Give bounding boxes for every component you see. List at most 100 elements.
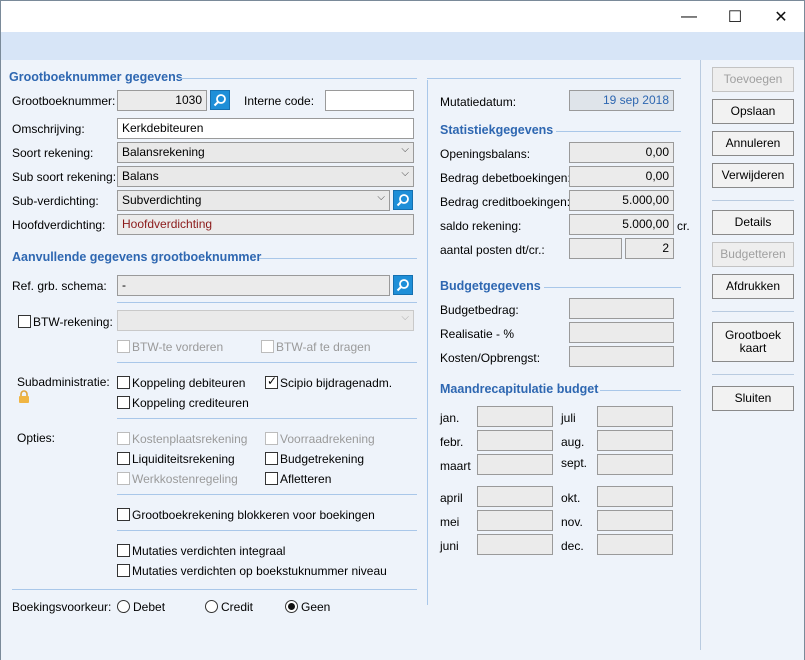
realisatie-label: Realisatie - % (440, 327, 515, 341)
chevron-down-icon: ⌵ (401, 168, 409, 179)
blokkeren-checkbox[interactable] (117, 508, 130, 521)
btw-rekening-checkbox[interactable] (18, 315, 31, 328)
budget-checkbox[interactable] (265, 452, 278, 465)
sub-verdichting-label: Sub-verdichting: (12, 194, 99, 208)
verdichten-integraal-label: Mutaties verdichten integraal (132, 544, 286, 558)
radio-geen[interactable] (285, 600, 298, 613)
radio-geen-label: Geen (301, 600, 331, 614)
kostenplaats-checkbox[interactable] (117, 432, 130, 445)
ref-schema-field[interactable]: - (117, 275, 390, 296)
mutatiedatum-field: 19 sep 2018 (569, 90, 674, 111)
soort-rekening-select[interactable]: Balansrekening ⌵ (117, 142, 414, 163)
grootboekkaart-button[interactable]: Grootboek kaart (712, 322, 794, 362)
month-field-okt (597, 486, 673, 507)
radio-debet[interactable] (117, 600, 130, 613)
kostenplaats-label: Kostenplaatsrekening (132, 432, 248, 446)
btw-afdragen-checkbox[interactable] (261, 340, 274, 353)
lock-icon (19, 390, 29, 403)
werkkosten-checkbox[interactable] (117, 472, 130, 485)
sub-soort-value: Balans (122, 169, 159, 183)
sluiten-button[interactable]: Sluiten (712, 386, 794, 411)
interne-code-field[interactable] (325, 90, 414, 111)
scipio-label: Scipio bijdragenadm. (280, 376, 393, 390)
form-area: Grootboeknummer gegevens Grootboeknummer… (1, 60, 804, 660)
search-verdichting-button[interactable] (393, 190, 413, 210)
verwijderen-button[interactable]: Verwijderen (712, 163, 794, 188)
hoofdverdichting-label: Hoofdverdichting: (12, 218, 106, 232)
divider (117, 302, 417, 303)
toevoegen-button[interactable]: Toevoegen (712, 67, 794, 92)
liquiditeit-label: Liquiditeitsrekening (132, 452, 235, 466)
verdichten-integraal-checkbox[interactable] (117, 544, 130, 557)
openingsbalans-field: 0,00 (569, 142, 674, 163)
details-button[interactable]: Details (712, 210, 794, 235)
divider (600, 390, 681, 391)
liquiditeit-checkbox[interactable] (117, 452, 130, 465)
afletteren-checkbox[interactable] (265, 472, 278, 485)
voorraad-checkbox[interactable] (265, 432, 278, 445)
grootboeknummer-field[interactable]: 1030 (117, 90, 207, 111)
voorraad-label: Voorraadrekening (280, 432, 375, 446)
koppeling-debiteuren-checkbox[interactable] (117, 376, 130, 389)
month-field-nov (597, 510, 673, 531)
sub-soort-select[interactable]: Balans ⌵ (117, 166, 414, 187)
debetboekingen-label: Bedrag debetboekingen: (440, 171, 571, 185)
creditboekingen-field: 5.000,00 (569, 190, 674, 211)
koppeling-debiteuren-label: Koppeling debiteuren (132, 376, 246, 390)
search-icon (396, 279, 409, 292)
btw-vorderen-label: BTW-te vorderen (132, 340, 224, 354)
search-icon (396, 194, 409, 207)
month-label: juli (561, 411, 576, 425)
saldo-suffix: cr. (677, 219, 690, 233)
ref-schema-label: Ref. grb. schema: (12, 279, 107, 293)
budgetbedrag-field (569, 298, 674, 319)
month-label: juni (440, 539, 459, 553)
month-field-sept (597, 454, 673, 475)
posten-dt-field (569, 238, 622, 259)
month-field-aug (597, 430, 673, 451)
maximize-button[interactable]: ☐ (712, 1, 758, 32)
btw-vorderen-checkbox[interactable] (117, 340, 130, 353)
blokkeren-label: Grootboekrekening blokkeren voor boeking… (132, 508, 375, 522)
month-field-dec (597, 534, 673, 555)
openingsbalans-label: Openingsbalans: (440, 147, 531, 161)
chevron-down-icon: ⌵ (401, 144, 409, 155)
divider (117, 530, 417, 531)
omschrijving-label: Omschrijving: (12, 122, 85, 136)
soort-rekening-label: Soort rekening: (12, 146, 94, 160)
scipio-checkbox[interactable] (265, 374, 278, 389)
radio-credit[interactable] (205, 600, 218, 613)
afdrukken-button[interactable]: Afdrukken (712, 274, 794, 299)
verdichten-boekstuk-label: Mutaties verdichten op boekstuknummer ni… (132, 564, 387, 578)
section-title-maand: Maandrecapitulatie budget (440, 382, 599, 396)
divider (259, 258, 417, 259)
koppeling-crediteuren-checkbox[interactable] (117, 396, 130, 409)
divider (712, 311, 794, 312)
divider (556, 131, 681, 132)
btw-rekening-select[interactable]: ⌵ (117, 310, 414, 331)
section-title-budget: Budgetgegevens (440, 279, 541, 293)
sub-verdichting-select[interactable]: Subverdichting ⌵ (117, 190, 390, 211)
opties-label: Opties: (17, 431, 56, 445)
afletteren-label: Afletteren (280, 472, 332, 486)
search-grootboek-button[interactable] (210, 90, 230, 110)
chevron-down-icon: ⌵ (401, 312, 409, 323)
verdichten-boekstuk-checkbox[interactable] (117, 564, 130, 577)
divider (117, 418, 417, 419)
button-panel-divider (700, 60, 701, 650)
search-icon (213, 94, 226, 107)
debetboekingen-field: 0,00 (569, 166, 674, 187)
search-ref-button[interactable] (393, 275, 413, 295)
koppeling-crediteuren-label: Koppeling crediteuren (132, 396, 249, 410)
annuleren-button[interactable]: Annuleren (712, 131, 794, 156)
mutatiedatum-label: Mutatiedatum: (440, 95, 517, 109)
opslaan-button[interactable]: Opslaan (712, 99, 794, 124)
divider (544, 287, 681, 288)
omschrijving-field[interactable]: Kerkdebiteuren (117, 118, 414, 139)
divider (427, 78, 681, 79)
month-field-mei (477, 510, 553, 531)
close-button[interactable]: ✕ (758, 1, 804, 32)
divider (12, 589, 417, 590)
budgetteren-button[interactable]: Budgetteren (712, 242, 794, 267)
minimize-button[interactable]: — (666, 1, 712, 32)
